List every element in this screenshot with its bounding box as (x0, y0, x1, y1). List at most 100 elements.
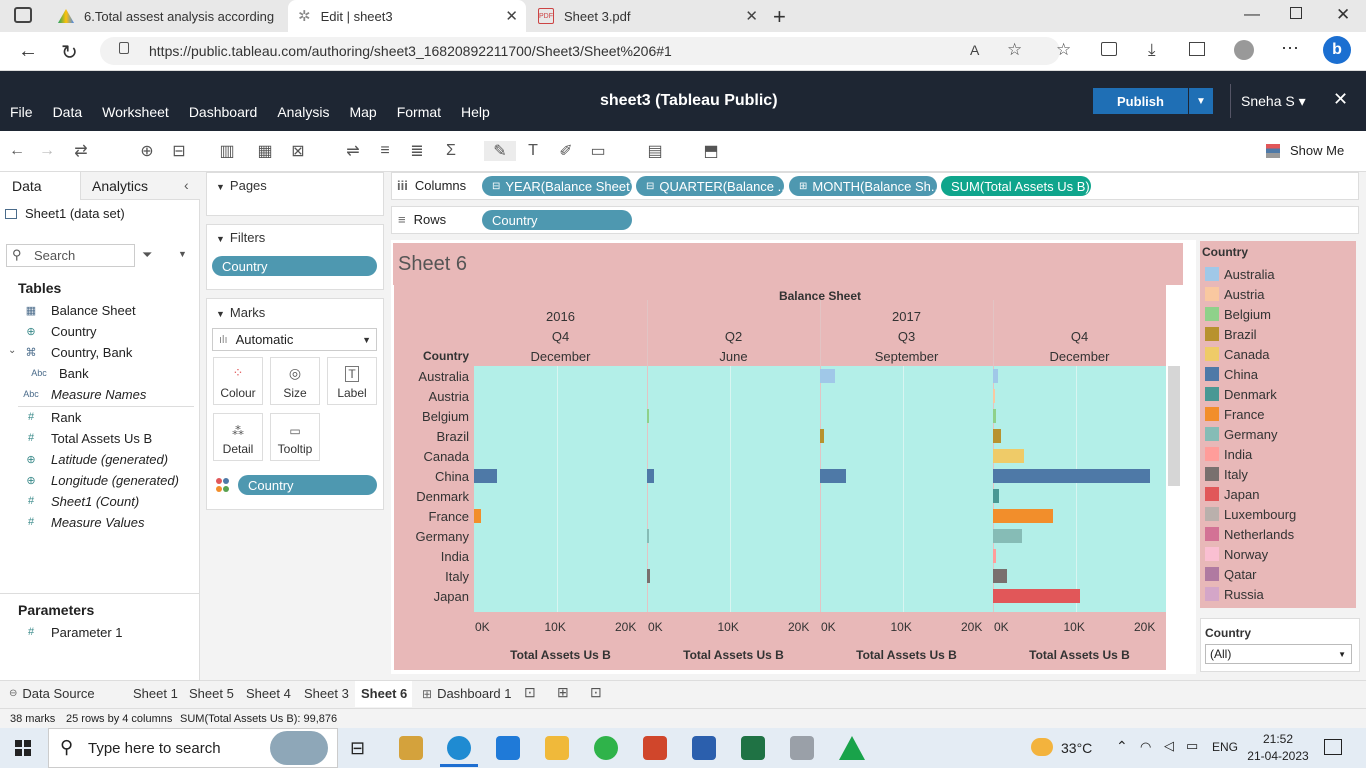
new-data-source-icon[interactable]: ⊕ (136, 141, 158, 161)
legend-item[interactable]: Belgium (1205, 304, 1271, 324)
browser-tab-2[interactable]: ✲ Edit | sheet3 ✕ (288, 0, 526, 32)
collections-icon[interactable] (1101, 42, 1117, 56)
bar-japan[interactable] (993, 589, 1080, 603)
column-pill-year[interactable]: ⊟ YEAR(Balance Sheet) (482, 176, 632, 196)
annotate-icon[interactable]: ✐ (555, 141, 577, 161)
vertical-scrollbar[interactable] (1168, 366, 1180, 486)
bar-china[interactable] (820, 469, 846, 483)
browser-tab-1[interactable]: 6.Total assest analysis according (48, 0, 286, 32)
bar-china[interactable] (474, 469, 498, 483)
redo-icon[interactable]: → (36, 141, 58, 161)
publish-button[interactable]: Publish (1093, 88, 1188, 114)
menu-file[interactable]: File (10, 104, 33, 120)
tooltip-button[interactable]: ▭ Tooltip (270, 413, 320, 461)
totals-icon[interactable]: Σ (440, 141, 462, 161)
text-label-icon[interactable]: T (522, 141, 544, 161)
sheet-tab-1[interactable]: Sheet 1 (133, 686, 178, 701)
new-worksheet-tab-icon[interactable]: ⊡ (524, 684, 536, 701)
new-story-tab-icon[interactable]: ⊡ (590, 684, 602, 701)
legend-item[interactable]: China (1205, 364, 1258, 384)
close-tab-icon[interactable]: ✕ (505, 7, 518, 25)
bar-austria[interactable] (993, 389, 995, 403)
bing-icon[interactable]: b (1323, 36, 1351, 64)
legend-item[interactable]: Qatar (1205, 564, 1257, 584)
field-balance-sheet[interactable]: ▦ Balance Sheet (22, 300, 136, 320)
menu-dashboard[interactable]: Dashboard (189, 104, 258, 120)
bar-australia[interactable] (820, 369, 835, 383)
language[interactable]: ENG (1212, 740, 1238, 754)
profile-avatar[interactable] (1234, 40, 1254, 60)
mark-type-select[interactable]: ılı Automatic ▼ (212, 328, 377, 351)
size-button[interactable]: ◎ Size (270, 357, 320, 405)
menu-format[interactable]: Format (397, 104, 441, 120)
colour-pill-country[interactable]: Country (238, 475, 377, 495)
legend-item[interactable]: Brazil (1205, 324, 1257, 344)
new-dashboard-tab-icon[interactable]: ⊞ (557, 684, 569, 701)
sort-descending-icon[interactable]: ≣ (406, 141, 428, 161)
read-aloud-icon[interactable]: A (970, 42, 979, 58)
close-tab-icon[interactable]: ✕ (745, 7, 758, 25)
legend-item[interactable]: Japan (1205, 484, 1259, 504)
store-icon[interactable] (399, 736, 423, 760)
bar-germany[interactable] (993, 529, 1022, 543)
collapse-icon[interactable]: ▼ (216, 234, 225, 244)
notifications-icon[interactable] (1324, 739, 1342, 755)
expand-chevron-icon[interactable]: ⌄ (8, 345, 16, 356)
undo-icon[interactable]: ← (6, 141, 28, 161)
redo-history-icon[interactable]: ⇄ (70, 141, 92, 161)
tab-actions-icon[interactable] (14, 7, 32, 23)
bar-china[interactable] (993, 469, 1150, 483)
legend-item[interactable]: Austria (1205, 284, 1264, 304)
file-explorer-icon[interactable] (545, 736, 569, 760)
pane-menu-icon[interactable]: ▼ (178, 249, 187, 259)
dashboard-tab-1[interactable]: ⊞ Dashboard 1 (422, 686, 512, 701)
sheet-tab-3[interactable]: Sheet 3 (304, 686, 349, 701)
field-measure-names[interactable]: Abc Measure Names (22, 384, 146, 404)
collapse-icon[interactable]: ▼ (216, 309, 225, 319)
menu-data[interactable]: Data (53, 104, 83, 120)
swap-icon[interactable]: ⇌ (342, 141, 364, 161)
close-editor-icon[interactable]: ✕ (1333, 89, 1348, 110)
bar-belgium[interactable] (647, 409, 649, 423)
legend-item[interactable]: Luxembourg (1205, 504, 1296, 524)
bar-denmark[interactable] (993, 489, 999, 503)
favorites-icon[interactable]: ☆ (1056, 40, 1071, 60)
browser-tab-3[interactable]: PDF Sheet 3.pdf ✕ (528, 0, 766, 32)
bar-india[interactable] (993, 549, 996, 563)
clock-time[interactable]: 21:52 (1250, 732, 1306, 746)
back-icon[interactable]: ← (18, 40, 38, 63)
colour-button[interactable]: ⁘ Colour (213, 357, 263, 405)
legend-item[interactable]: France (1205, 404, 1264, 424)
legend-item[interactable]: Australia (1205, 264, 1275, 284)
collapse-pane-icon[interactable]: ‹ (184, 177, 189, 193)
highlight-icon[interactable]: ✎ (484, 141, 516, 161)
tab-data[interactable]: Data (12, 178, 42, 194)
duplicate-icon[interactable]: ▦ (254, 141, 276, 161)
quick-filter-select[interactable]: (All) ▼ (1205, 644, 1352, 664)
format-icon[interactable]: ▤ (644, 141, 666, 161)
sheet-tab-4[interactable]: Sheet 4 (246, 686, 291, 701)
fit-icon[interactable]: ▭ (587, 141, 609, 161)
column-pill-sum-assets[interactable]: SUM(Total Assets Us B) (941, 176, 1091, 196)
speaker-icon[interactable]: ◁ (1164, 738, 1174, 754)
bar-germany[interactable] (647, 529, 649, 543)
camera-icon[interactable] (790, 736, 814, 760)
clock-date[interactable]: 21-04-2023 (1244, 749, 1312, 763)
new-tab-icon[interactable]: + (773, 4, 786, 30)
task-view-icon[interactable]: ⊟ (350, 738, 365, 759)
filter-fields-icon[interactable]: ⏷ (142, 247, 152, 263)
battery-icon[interactable]: ▭ (1186, 738, 1198, 754)
sort-ascending-icon[interactable]: ≡ (374, 141, 396, 161)
url-text[interactable]: https://public.tableau.com/authoring/she… (149, 43, 672, 59)
network-icon[interactable]: ◠ (1140, 739, 1151, 755)
legend-item[interactable]: India (1205, 444, 1252, 464)
pause-updates-icon[interactable]: ⊟ (168, 141, 190, 161)
bar-brazil[interactable] (820, 429, 824, 443)
tray-chevron-icon[interactable]: ⌃ (1116, 738, 1128, 755)
downloads-icon[interactable]: ⤓ (1148, 40, 1156, 60)
bar-china[interactable] (647, 469, 655, 483)
legend-item[interactable]: Denmark (1205, 384, 1277, 404)
minimize-icon[interactable]: — (1244, 6, 1260, 24)
close-window-icon[interactable]: ✕ (1336, 5, 1350, 25)
detail-button[interactable]: ⁂ Detail (213, 413, 263, 461)
